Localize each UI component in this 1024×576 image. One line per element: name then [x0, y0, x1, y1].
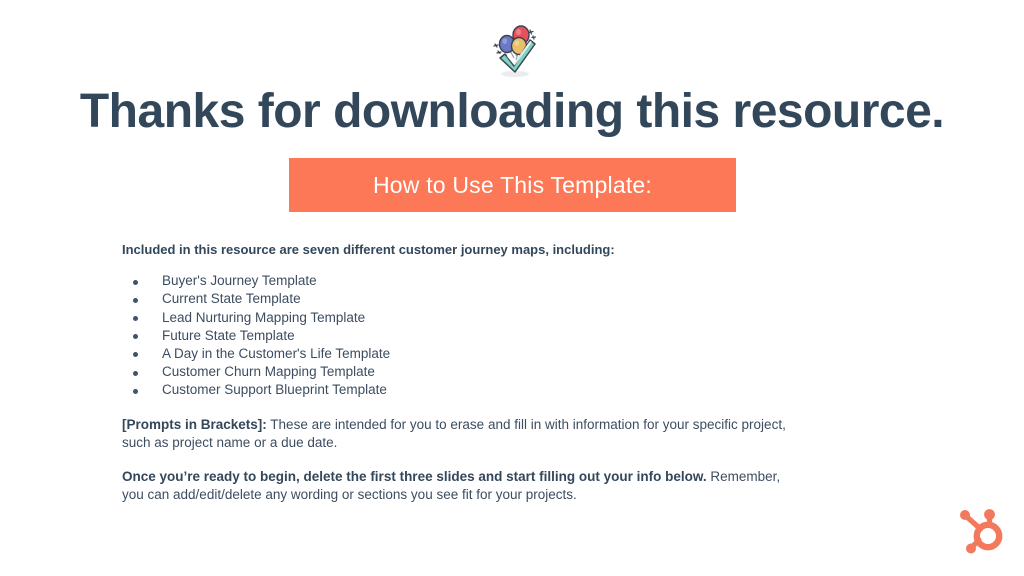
- intro-line: Included in this resource are seven diff…: [122, 242, 615, 257]
- begin-paragraph-lead: Once you’re ready to begin, delete the f…: [122, 468, 707, 484]
- hubspot-sprocket-logo: [952, 503, 1008, 559]
- list-item: Lead Nurturing Mapping Template: [122, 309, 812, 327]
- list-item: A Day in the Customer's Life Template: [122, 345, 812, 363]
- list-item: Current State Template: [122, 290, 812, 308]
- slide-canvas: Thanks for downloading this resource. Ho…: [0, 0, 1024, 576]
- hero-icon-wrapper: [0, 20, 1024, 82]
- prompts-paragraph: [Prompts in Brackets]: These are intende…: [122, 416, 800, 452]
- template-list: Buyer's Journey Template Current State T…: [122, 272, 812, 399]
- how-to-use-banner: How to Use This Template:: [289, 158, 736, 212]
- banner-label: How to Use This Template:: [373, 171, 652, 198]
- page-title: Thanks for downloading this resource.: [79, 85, 945, 138]
- body-content: Included in this resource are seven diff…: [122, 241, 812, 504]
- celebration-balloons-checkmark-icon: [481, 20, 543, 82]
- list-item: Buyer's Journey Template: [122, 272, 812, 290]
- begin-paragraph: Once you’re ready to begin, delete the f…: [122, 468, 800, 504]
- prompts-paragraph-lead: [Prompts in Brackets]:: [122, 416, 267, 432]
- list-item: Future State Template: [122, 327, 812, 345]
- list-item: Customer Support Blueprint Template: [122, 381, 812, 399]
- list-item: Customer Churn Mapping Template: [122, 363, 812, 381]
